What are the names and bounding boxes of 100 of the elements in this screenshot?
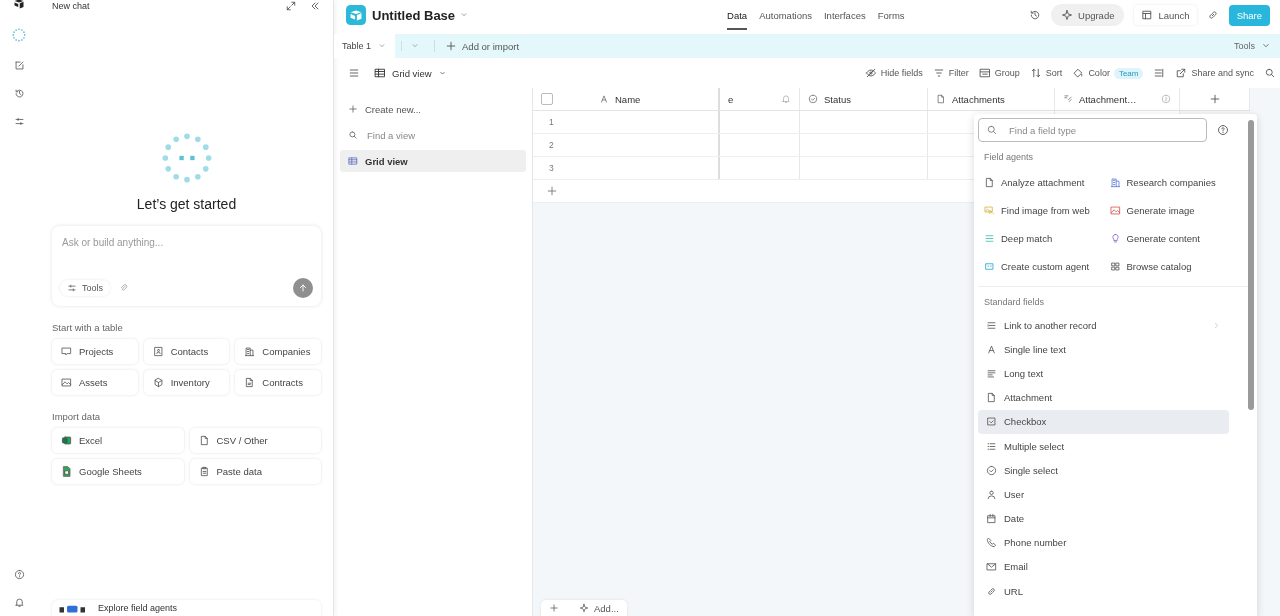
toolbar-button[interactable]: Group (978, 67, 1020, 79)
base-logo-icon[interactable] (346, 5, 366, 25)
field-type-option[interactable]: Single select (978, 458, 1229, 483)
tools-button[interactable]: Tools (60, 280, 110, 296)
help-icon[interactable] (13, 569, 25, 580)
tools-menu-button[interactable]: Tools (1234, 40, 1272, 52)
agent-option[interactable]: Deep match (978, 224, 1104, 252)
promo-text: Explore field agents (98, 603, 178, 613)
scrollbar[interactable] (1248, 120, 1254, 410)
column-header[interactable]: Attachment… (1055, 88, 1180, 110)
view-search-field[interactable]: Find a view (365, 128, 518, 142)
help-icon[interactable] (1217, 124, 1229, 136)
letter-icon (986, 343, 997, 355)
link-icon[interactable] (1206, 9, 1219, 21)
create-view-button[interactable]: Create new... (340, 98, 526, 120)
catalog-icon (1109, 260, 1121, 272)
share-icon (1175, 67, 1188, 79)
row-number: 2 (549, 140, 554, 150)
bell-icon[interactable] (13, 597, 25, 608)
chat-input-field[interactable]: Ask or build anything... (60, 236, 313, 249)
field-type-option[interactable]: Checkbox (978, 409, 1229, 434)
toolbar-button[interactable]: Sort (1029, 67, 1063, 79)
column-header[interactable]: Attachments (928, 88, 1055, 110)
sliders-icon[interactable] (13, 116, 25, 127)
search-icon (348, 130, 358, 140)
edit-icon[interactable] (13, 60, 25, 71)
user-icon (986, 488, 997, 500)
column-header[interactable]: e (720, 88, 800, 110)
field-type-option[interactable]: Phone number (978, 530, 1229, 555)
collapse-icon[interactable] (309, 0, 321, 12)
agent-option[interactable]: Find image from web (978, 196, 1104, 224)
history-icon[interactable] (1029, 9, 1041, 21)
toolbar-button[interactable]: Share and sync (1175, 67, 1254, 79)
expand-icon[interactable] (285, 0, 297, 12)
history-icon[interactable] (13, 88, 25, 99)
row-number: 3 (549, 163, 554, 173)
nav-tab[interactable]: Interfaces (823, 0, 866, 30)
template-button[interactable]: Inventory (143, 370, 230, 395)
row-height-icon[interactable] (1153, 67, 1166, 79)
bulb-icon (1109, 232, 1121, 244)
field-type-option[interactable]: Date (978, 506, 1229, 531)
template-button[interactable]: Assets (52, 370, 138, 395)
template-button[interactable]: Companies (235, 339, 321, 364)
image-icon (1109, 204, 1121, 216)
row-number: 1 (549, 117, 554, 127)
section-title: Start with a table (52, 322, 124, 333)
field-type-option[interactable]: Multiple select (978, 433, 1229, 459)
agent-option[interactable]: Generate image (1103, 196, 1229, 224)
import-button[interactable]: Google Sheets (52, 459, 184, 484)
image-icon (61, 377, 72, 388)
clipboard-icon (198, 466, 210, 477)
agent-option[interactable]: Research companies (1103, 168, 1229, 196)
template-button[interactable]: Contacts (143, 339, 230, 364)
import-button[interactable]: CSV / Other (189, 428, 321, 453)
view-switcher[interactable]: Grid view (374, 67, 447, 79)
link-record-icon (986, 319, 997, 331)
field-type-option[interactable]: URL (978, 579, 1229, 604)
field-type-search-field[interactable]: Find a field type (978, 118, 1207, 142)
select-all-checkbox[interactable] (541, 93, 553, 105)
screen-icon (61, 346, 72, 357)
add-table-button[interactable]: Add or import (434, 40, 520, 52)
promo-card[interactable]: Explore field agents (52, 600, 321, 616)
menu-icon[interactable] (348, 67, 360, 79)
import-button[interactable]: Paste data (189, 459, 321, 484)
column-header[interactable]: Status (800, 88, 928, 110)
nav-tab[interactable]: Forms (877, 0, 905, 30)
plus-icon (445, 40, 458, 52)
nav-tab[interactable]: Automations (759, 0, 812, 30)
toolbar-button[interactable]: Color Team (1072, 67, 1144, 79)
agents-drawing (58, 603, 88, 613)
nav-tab[interactable]: Data (727, 0, 748, 30)
agent-option[interactable]: Generate content (1103, 224, 1229, 252)
launch-button[interactable]: Launch (1134, 5, 1197, 25)
template-button[interactable]: Projects (52, 339, 138, 364)
field-type-option[interactable]: Email (978, 554, 1229, 580)
sort-icon (1029, 67, 1042, 79)
sheet-icon (61, 466, 72, 477)
logo-icon[interactable] (12, 0, 26, 10)
send-button[interactable] (293, 278, 313, 298)
upgrade-button[interactable]: Upgrade (1051, 4, 1125, 26)
base-name-button[interactable]: Untitled Base (372, 7, 470, 23)
bell-icon (781, 94, 791, 104)
agent-option[interactable]: Analyze attachment (978, 168, 1104, 196)
plus-icon (348, 104, 358, 114)
table-tab[interactable]: Table 1 (334, 34, 396, 58)
template-button[interactable]: Contracts (235, 370, 321, 395)
field-type-option[interactable]: User (978, 482, 1229, 507)
field-type-option[interactable]: Link to another record (978, 313, 1229, 338)
agent-option[interactable]: Create custom agent (978, 252, 1104, 280)
field-type-option[interactable]: Attachment (978, 385, 1229, 410)
field-type-option[interactable]: Single line text (978, 337, 1229, 362)
agent-option[interactable]: Browse catalog (1103, 252, 1229, 280)
toolbar-button[interactable]: Filter (932, 67, 969, 79)
badge: Team (1113, 67, 1144, 79)
search-icon[interactable] (1264, 67, 1276, 79)
view-item[interactable]: Grid view (340, 150, 526, 172)
toolbar-button[interactable]: Hide fields (864, 67, 923, 79)
field-type-option[interactable]: Long text (978, 361, 1229, 386)
long-text-icon (986, 367, 997, 379)
import-button[interactable]: Excel (52, 428, 184, 453)
